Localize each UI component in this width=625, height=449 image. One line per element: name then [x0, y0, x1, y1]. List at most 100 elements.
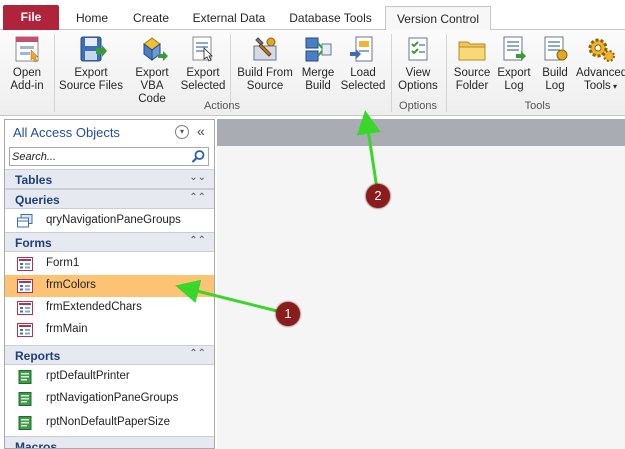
- view-options-button[interactable]: View Options: [394, 34, 442, 98]
- section-tables[interactable]: Tables ⌄⌄: [5, 169, 214, 189]
- merge-build-label-2: Build: [305, 80, 331, 92]
- export-vba-code-icon: [143, 37, 168, 61]
- list-item-label: rptDefaultPrinter: [46, 370, 130, 382]
- build-from-source-label-2: Source: [246, 80, 284, 92]
- tab-file[interactable]: File: [3, 5, 59, 30]
- form-icon: [17, 257, 33, 271]
- list-item-form[interactable]: frmExtendedChars: [5, 297, 214, 319]
- load-selected-label-2: Selected: [340, 80, 386, 92]
- list-item-form[interactable]: frmMain: [5, 319, 214, 341]
- export-log-button[interactable]: Export Log: [494, 34, 534, 98]
- nav-header: All Access Objects ▾ «: [5, 120, 214, 144]
- build-log-button[interactable]: Build Log: [534, 34, 576, 98]
- load-selected-label-1: Load: [350, 67, 376, 79]
- report-icon: [18, 392, 32, 406]
- tab-external-data[interactable]: External Data: [184, 6, 274, 30]
- navigation-pane: All Access Objects ▾ « Tables ⌄⌄ Queries…: [4, 119, 215, 449]
- open-addin-button[interactable]: Open Add-in: [4, 34, 50, 98]
- merge-build-label-1: Merge: [301, 67, 335, 79]
- list-item-label: frmMain: [46, 323, 88, 335]
- section-macros[interactable]: Macros: [5, 436, 214, 449]
- list-item-query[interactable]: qryNavigationPaneGroups: [5, 210, 214, 232]
- tab-database-tools[interactable]: Database Tools: [279, 6, 382, 30]
- merge-build-icon: [305, 37, 332, 62]
- advanced-tools-button[interactable]: Advanced Tools ▾: [576, 34, 625, 98]
- build-log-label-1: Build: [542, 67, 568, 79]
- nav-search-box: [9, 147, 209, 166]
- export-vba-label-1: Export: [135, 67, 169, 79]
- ribbon-tab-bar: File Home Create External Data Database …: [0, 0, 625, 31]
- build-log-label-2: Log: [545, 80, 565, 92]
- view-options-label-2: Options: [398, 80, 438, 92]
- form-icon: [17, 301, 33, 315]
- tab-create[interactable]: Create: [124, 6, 178, 30]
- list-item-label: frmExtendedChars: [46, 301, 142, 313]
- search-input[interactable]: [12, 149, 188, 164]
- collapse-chevron-icon[interactable]: ⌃⌃: [189, 192, 206, 203]
- collapse-pane-icon[interactable]: «: [197, 123, 205, 139]
- list-item-label: frmColors: [46, 279, 96, 291]
- export-selected-label-2: Selected: [180, 80, 226, 92]
- list-item-form[interactable]: Form1: [5, 253, 214, 275]
- export-selected-label-1: Export: [186, 67, 220, 79]
- report-icon: [18, 370, 32, 384]
- section-queries[interactable]: Queries ⌃⌃: [5, 189, 214, 209]
- nav-menu-dropdown-icon[interactable]: ▾: [175, 125, 189, 139]
- gear-icon: [588, 38, 615, 62]
- expand-chevron-icon[interactable]: ⌄⌄: [189, 172, 206, 183]
- list-item-report[interactable]: rptNonDefaultPaperSize: [5, 412, 214, 434]
- list-item-label: rptNonDefaultPaperSize: [46, 416, 171, 428]
- collapse-chevron-icon[interactable]: ⌃⌃: [189, 235, 206, 246]
- export-log-label-2: Log: [504, 80, 524, 92]
- view-options-icon: [408, 37, 428, 61]
- tab-home[interactable]: Home: [66, 6, 118, 30]
- advanced-tools-label-1: Advanced: [576, 67, 625, 79]
- export-log-label-1: Export: [497, 67, 531, 79]
- list-item-form-selected[interactable]: frmColors: [5, 275, 214, 297]
- export-source-files-button[interactable]: Export Source Files: [58, 34, 124, 98]
- form-icon: [17, 279, 33, 293]
- document-canvas: [217, 146, 625, 449]
- load-selected-button[interactable]: Load Selected: [340, 34, 386, 98]
- export-selected-button[interactable]: Export Selected: [180, 34, 226, 98]
- callout-badge-1: 1: [276, 302, 300, 326]
- group-separator: [391, 34, 392, 112]
- build-from-source-label-1: Build From: [237, 67, 293, 79]
- section-forms-label: Forms: [15, 236, 52, 250]
- tab-version-control[interactable]: Version Control: [385, 6, 491, 31]
- work-area: [217, 116, 625, 449]
- source-folder-button[interactable]: Source Folder: [450, 34, 494, 98]
- build-log-icon: [544, 36, 568, 61]
- section-tables-label: Tables: [15, 173, 53, 187]
- open-addin-icon: [15, 36, 39, 63]
- source-folder-label-1: Source: [453, 67, 491, 79]
- export-source-files-icon: [80, 36, 107, 62]
- collapse-chevron-icon[interactable]: ⌃⌃: [189, 348, 206, 359]
- callout-badge-2: 2: [366, 184, 390, 208]
- form-icon: [17, 323, 33, 337]
- view-options-label-1: View: [405, 67, 431, 79]
- list-item-report[interactable]: rptDefaultPrinter: [5, 366, 214, 388]
- nav-title[interactable]: All Access Objects: [13, 125, 120, 140]
- merge-build-button[interactable]: Merge Build: [296, 34, 340, 98]
- list-item-report[interactable]: rptNavigationPaneGroups: [5, 388, 214, 410]
- search-icon[interactable]: [191, 149, 206, 164]
- section-reports[interactable]: Reports ⌃⌃: [5, 345, 214, 365]
- open-addin-label-2: Add-in: [10, 80, 44, 92]
- group-label-options: Options: [399, 100, 437, 112]
- group-separator: [446, 34, 447, 112]
- build-from-source-icon: [253, 37, 277, 61]
- section-macros-label: Macros: [15, 440, 58, 449]
- list-item-label: qryNavigationPaneGroups: [46, 214, 181, 226]
- group-label-tools: Tools: [524, 100, 551, 112]
- chevron-down-icon: ▾: [610, 82, 618, 91]
- export-source-label-2: Source Files: [59, 80, 123, 92]
- group-label-actions: Actions: [203, 100, 241, 112]
- section-forms[interactable]: Forms ⌃⌃: [5, 232, 214, 252]
- report-icon: [18, 416, 32, 430]
- query-icon: [17, 214, 33, 228]
- export-vba-code-button[interactable]: Export VBA Code: [126, 34, 178, 105]
- section-queries-label: Queries: [15, 193, 60, 207]
- document-tab-bar: [217, 119, 625, 146]
- build-from-source-button[interactable]: Build From Source: [234, 34, 296, 98]
